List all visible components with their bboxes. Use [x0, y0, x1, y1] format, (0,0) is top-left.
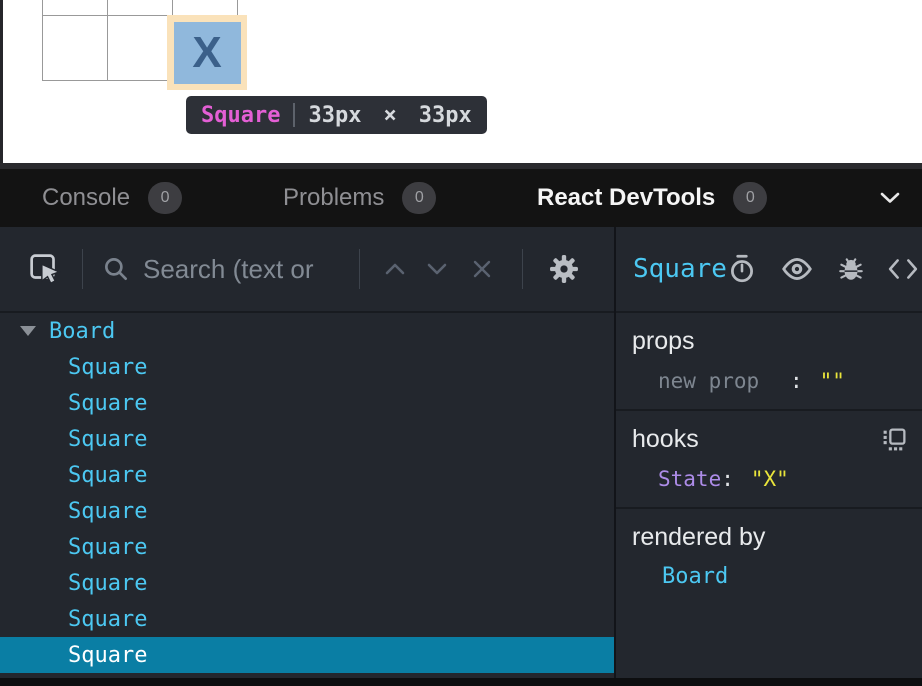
board-cell[interactable]	[107, 0, 172, 15]
tree-item-square[interactable]: Square	[0, 529, 614, 565]
tree-item-square-label: Square	[68, 463, 147, 488]
tooltip-divider	[293, 103, 295, 127]
parse-hook-names-icon[interactable]	[881, 427, 908, 452]
inspector-header: Square	[616, 227, 922, 313]
hook-state-value[interactable]: "X"	[751, 467, 789, 491]
tree-item-square-label: Square	[68, 643, 147, 668]
tree-item-board-label: Board	[49, 319, 115, 344]
page-viewport: X Square 33px × 33px	[0, 0, 922, 163]
components-tree-panel: Board SquareSquareSquareSquareSquareSqua…	[0, 227, 614, 686]
hooks-header: hooks	[632, 425, 699, 454]
chevron-down-icon[interactable]	[880, 192, 900, 204]
tree-item-square[interactable]: Square	[0, 457, 614, 493]
search-icon	[101, 254, 131, 284]
tree-item-square[interactable]: Square	[0, 637, 614, 673]
rendered-by-header: rendered by	[632, 523, 765, 552]
tooltip-times: ×	[383, 103, 396, 128]
tree-item-square[interactable]: Square	[0, 421, 614, 457]
tree-item-square-label: Square	[68, 391, 147, 416]
search-prev-icon[interactable]	[384, 262, 406, 276]
colon: :	[790, 369, 803, 393]
board-cell[interactable]	[42, 0, 107, 15]
inspect-highlight-ring: X	[167, 15, 247, 90]
component-tree: Board SquareSquareSquareSquareSquareSqua…	[0, 313, 614, 673]
tree-item-square-label: Square	[68, 427, 147, 452]
react-devtools-panel: Board SquareSquareSquareSquareSquareSqua…	[0, 227, 922, 686]
colon: :	[721, 467, 734, 491]
hook-state-row[interactable]: State: "X"	[632, 467, 908, 491]
props-section: props new prop : ""	[616, 313, 922, 411]
tab-console-label: Console	[42, 184, 130, 212]
tree-item-square[interactable]: Square	[0, 493, 614, 529]
devtools-tabbar: Console 0 Problems 0 React DevTools 0	[0, 169, 922, 227]
tree-item-square[interactable]: Square	[0, 385, 614, 421]
new-prop-key-input[interactable]: new prop	[658, 369, 790, 393]
tree-item-square-label: Square	[68, 535, 147, 560]
new-prop-row[interactable]: new prop : ""	[632, 369, 908, 393]
rendered-by-board-link[interactable]: Board	[632, 564, 908, 589]
tree-item-square-label: Square	[68, 571, 147, 596]
tab-react-devtools[interactable]: React DevTools 0	[537, 169, 767, 227]
tab-console-badge: 0	[148, 182, 182, 214]
tree-item-square[interactable]: Square	[0, 349, 614, 385]
tree-item-square-label: Square	[68, 499, 147, 524]
suspense-stopwatch-icon[interactable]	[727, 253, 757, 285]
tooltip-height: 33px	[419, 103, 472, 128]
toolbar-divider	[359, 249, 360, 289]
window-left-edge	[0, 0, 3, 163]
tab-problems-label: Problems	[283, 184, 384, 212]
bottom-edge-bar	[0, 678, 922, 686]
tooltip-dimensions: 33px × 33px	[308, 103, 471, 128]
tooltip-width: 33px	[308, 103, 361, 128]
tree-toolbar	[0, 227, 614, 313]
highlighted-square-cell[interactable]: X	[174, 22, 241, 84]
tab-react-devtools-badge: 0	[733, 182, 767, 214]
component-inspector-panel: Square	[616, 227, 922, 686]
search-input[interactable]	[143, 254, 343, 285]
tree-item-square[interactable]: Square	[0, 565, 614, 601]
rendered-by-section: rendered by Board	[616, 509, 922, 605]
tree-item-square-label: Square	[68, 607, 147, 632]
inspect-element-icon[interactable]	[28, 252, 62, 286]
element-size-tooltip: Square 33px × 33px	[186, 96, 487, 134]
tooltip-component-name: Square	[201, 103, 280, 128]
view-source-code-icon[interactable]	[888, 257, 918, 281]
hooks-section: hooks	[616, 411, 922, 509]
tree-children: Square Square Square Square Square Square Squa…	[0, 349, 614, 673]
board-cell[interactable]	[172, 0, 238, 15]
expand-triangle-icon[interactable]	[20, 326, 36, 336]
inspect-dom-eye-icon[interactable]	[780, 256, 814, 282]
tree-item-square[interactable]: Square	[0, 601, 614, 637]
tab-console[interactable]: Console 0	[42, 169, 182, 227]
new-prop-value-input[interactable]: ""	[820, 369, 845, 393]
search-next-icon[interactable]	[426, 262, 448, 276]
props-header: props	[632, 327, 695, 356]
devtools-window: X Square 33px × 33px Console 0 Problems …	[0, 0, 922, 686]
board-cell[interactable]	[42, 15, 107, 81]
board-cell[interactable]	[107, 15, 172, 81]
toolbar-divider	[522, 249, 523, 289]
search-clear-icon[interactable]	[472, 259, 492, 279]
tab-react-devtools-label: React DevTools	[537, 184, 715, 212]
settings-gear-icon[interactable]	[547, 252, 581, 286]
tree-item-board[interactable]: Board	[0, 313, 614, 349]
toolbar-divider	[82, 249, 83, 289]
inspected-component-name: Square	[633, 254, 727, 284]
tree-item-square-label: Square	[68, 355, 147, 380]
tab-problems-badge: 0	[402, 182, 436, 214]
hook-name: State	[658, 467, 721, 491]
tab-problems[interactable]: Problems 0	[283, 169, 436, 227]
log-to-console-bug-icon[interactable]	[837, 254, 865, 284]
